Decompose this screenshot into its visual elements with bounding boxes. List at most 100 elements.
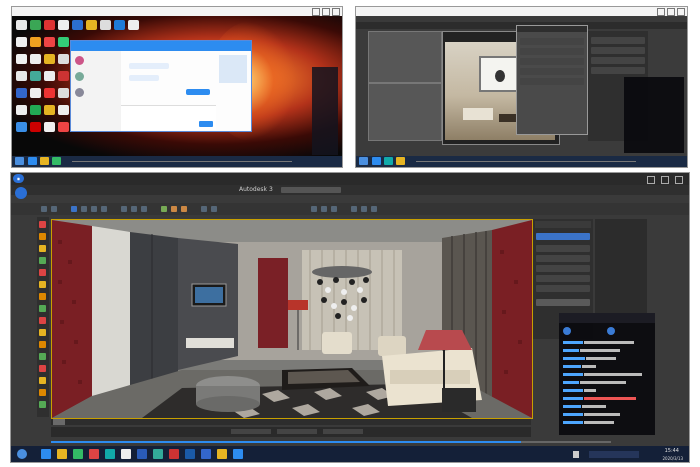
command-panel-tabs[interactable] (535, 221, 591, 228)
panel-row[interactable] (536, 265, 590, 272)
app-logo-icon[interactable] (15, 187, 27, 199)
camera-viewport[interactable] (51, 219, 533, 419)
desktop-icon[interactable] (44, 20, 55, 30)
panel-row[interactable] (536, 275, 590, 282)
setting-row[interactable] (520, 68, 584, 75)
close-icon[interactable] (677, 8, 685, 16)
panel-row[interactable] (591, 37, 645, 44)
scale-icon[interactable] (101, 206, 107, 212)
taskbar-app-icon[interactable] (40, 157, 49, 165)
setting-row[interactable] (520, 58, 584, 65)
timeline-handle[interactable] (53, 419, 65, 425)
desktop-icon[interactable] (44, 71, 55, 81)
max-menu-bar[interactable] (11, 195, 689, 203)
chat-contact[interactable] (75, 71, 115, 83)
chat-window[interactable] (70, 40, 252, 132)
desktop-icon[interactable] (44, 37, 55, 47)
panel-row[interactable] (591, 57, 645, 64)
align-icon[interactable] (141, 206, 147, 212)
desktop-icon[interactable] (30, 20, 41, 30)
tool-icon[interactable] (39, 221, 46, 228)
taskbar-app-icon[interactable] (52, 157, 61, 165)
desktop-icon[interactable] (16, 88, 27, 98)
taskbar-app-icon[interactable] (89, 449, 99, 459)
desktop-icon[interactable] (44, 88, 55, 98)
material-editor-icon[interactable] (161, 206, 167, 212)
taskbar-app-icon[interactable] (384, 157, 393, 165)
desktop-icon[interactable] (72, 20, 83, 30)
desktop-icon[interactable] (58, 105, 69, 115)
volume-icon[interactable] (573, 451, 579, 458)
desktop-icon[interactable] (16, 37, 27, 47)
start-icon[interactable] (15, 157, 24, 165)
toolbar-icon[interactable] (311, 206, 317, 212)
render-setup-icon[interactable] (171, 206, 177, 212)
viewport-bottom-left[interactable] (368, 83, 442, 141)
taskbar-app-icon[interactable] (41, 449, 51, 459)
desktop-icon[interactable] (44, 122, 55, 132)
close-icon[interactable] (332, 8, 340, 16)
desktop-icon[interactable] (30, 71, 41, 81)
tool-icon[interactable] (39, 281, 46, 288)
setting-row[interactable] (520, 38, 584, 45)
taskbar-app-icon[interactable] (217, 449, 227, 459)
desktop-icon[interactable] (16, 71, 27, 81)
render-icon[interactable] (181, 206, 187, 212)
panel-row[interactable] (591, 67, 645, 74)
render-setup-dialog[interactable] (516, 25, 588, 135)
viewport-top-left[interactable] (368, 31, 442, 83)
coordinate-field[interactable] (231, 429, 271, 434)
minimize-icon[interactable] (647, 176, 655, 184)
rotate-icon[interactable] (91, 206, 97, 212)
taskbar-app-icon[interactable] (57, 449, 67, 459)
taskbar-app-icon[interactable] (233, 449, 243, 459)
taskbar-app-icon[interactable] (396, 157, 405, 165)
toolbar-icon[interactable] (351, 206, 357, 212)
desktop-icon[interactable] (128, 20, 139, 30)
tool-icon[interactable] (39, 401, 46, 408)
desktop-icon[interactable] (86, 20, 97, 30)
desktop-icon[interactable] (58, 88, 69, 98)
tool-icon[interactable] (39, 377, 46, 384)
tool-icon[interactable] (39, 329, 46, 336)
video-progress-bar[interactable] (51, 441, 611, 443)
tool-icon[interactable] (39, 341, 46, 348)
taskbar-app-icon[interactable] (73, 449, 83, 459)
desktop-icon[interactable] (100, 20, 111, 30)
close-icon[interactable] (675, 176, 683, 184)
toolbar-icon[interactable] (201, 206, 207, 212)
desktop-icon[interactable] (44, 105, 55, 115)
tool-icon[interactable] (39, 353, 46, 360)
tool-icon[interactable] (39, 233, 46, 240)
taskbar-app-icon[interactable] (137, 449, 147, 459)
desktop-icon[interactable] (30, 122, 41, 132)
desktop-icon[interactable] (16, 122, 27, 132)
timeline-slider[interactable] (51, 419, 531, 425)
desktop-icon[interactable] (58, 71, 69, 81)
desktop-icon[interactable] (16, 20, 27, 30)
taskbar-app-icon[interactable] (169, 449, 179, 459)
maximize-icon[interactable] (661, 176, 669, 184)
tool-icon[interactable] (39, 257, 46, 264)
maximize-icon[interactable] (322, 8, 330, 16)
setting-row[interactable] (520, 48, 584, 55)
setting-row[interactable] (520, 78, 584, 85)
mirror-icon[interactable] (131, 206, 137, 212)
desktop-icon[interactable] (58, 54, 69, 64)
desktop-icon[interactable] (30, 105, 41, 115)
start-icon[interactable] (17, 449, 27, 459)
taskbar-app-icon[interactable] (121, 449, 131, 459)
toolbar-icon[interactable] (321, 206, 327, 212)
coordinate-field[interactable] (323, 429, 363, 434)
coordinate-field[interactable] (277, 429, 317, 434)
chat-contact[interactable] (75, 55, 115, 67)
chat-contact[interactable] (75, 87, 115, 99)
desktop-icon[interactable] (58, 122, 69, 132)
taskbar-app-icon[interactable] (153, 449, 163, 459)
toolbar-icon[interactable] (211, 206, 217, 212)
desktop-icon[interactable] (58, 37, 69, 47)
toolbar-icon[interactable] (331, 206, 337, 212)
tool-icon[interactable] (39, 317, 46, 324)
toolbar-icon[interactable] (361, 206, 367, 212)
taskbar-app-icon[interactable] (372, 157, 381, 165)
